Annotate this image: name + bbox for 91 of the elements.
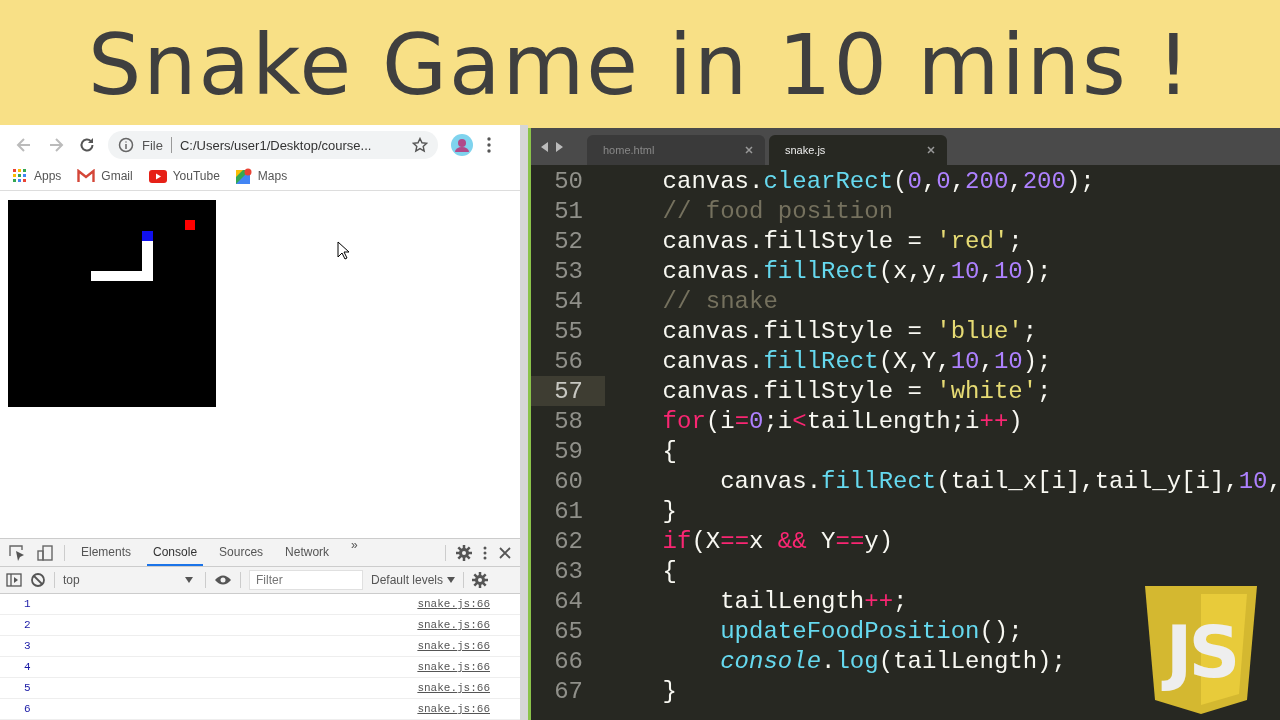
food-square (185, 220, 195, 231)
url-text: C:/Users/user1/Desktop/course... (179, 137, 373, 153)
close-icon[interactable] (745, 146, 753, 154)
line-number: 52 (553, 227, 584, 255)
settings-icon[interactable] (472, 572, 489, 588)
bookmark-link[interactable]: YouTube (148, 169, 220, 184)
envelope-m-icon (77, 169, 96, 184)
sidebar-toggle-icon[interactable] (6, 572, 22, 588)
mouse-pointer-icon (337, 241, 349, 261)
map-pin-icon (235, 168, 252, 185)
code-line: canvas.fillRect(tail_x[i],tail_y[i],10, (719, 467, 1280, 495)
line-number: 58 (553, 407, 584, 435)
line-number: 57 (553, 377, 584, 405)
more-tabs-chevron[interactable]: » (345, 538, 364, 567)
code-line: // food position (661, 197, 894, 225)
line-number: 66 (553, 647, 584, 675)
code-line: console.log(tailLength); (719, 647, 1066, 675)
snake-head (142, 231, 153, 242)
profile-avatar-icon[interactable] (450, 133, 474, 158)
bookmark-link[interactable]: Apps (12, 168, 62, 185)
javascript-logo: JS (1145, 586, 1257, 714)
clear-console-icon[interactable] (30, 572, 46, 588)
code-line: { (661, 437, 677, 465)
source-link[interactable]: snake.js:66 (417, 661, 490, 673)
source-link[interactable]: snake.js:66 (417, 703, 490, 715)
editor-tab[interactable]: snake.js (769, 135, 947, 165)
code-line: for(i=0;i<tailLength;i++) (661, 407, 1023, 435)
console-log-value: 6 (24, 703, 31, 715)
apps-grid-icon (12, 168, 28, 185)
line-number: 61 (553, 497, 584, 525)
address-bar[interactable]: File C:/Users/user1/Desktop/course... (108, 131, 438, 160)
line-number: 60 (553, 467, 584, 495)
more-menu-icon[interactable] (482, 544, 488, 561)
code-line: } (661, 677, 677, 705)
source-link[interactable]: snake.js:66 (417, 640, 490, 652)
code-line: canvas.fillStyle = 'blue'; (661, 317, 1038, 345)
code-line: } (661, 497, 677, 525)
code-line: canvas.fillStyle = 'white'; (661, 377, 1052, 405)
code-line: canvas.fillRect(x,y,10,10); (661, 257, 1052, 285)
code-line: tailLength++; (719, 587, 908, 615)
code-line: updateFoodPosition(); (719, 617, 1023, 645)
devtools-tab[interactable]: Sources (213, 539, 270, 566)
more-menu-icon[interactable] (486, 136, 492, 155)
device-toolbar-icon[interactable] (36, 543, 54, 562)
context-selector[interactable]: top (63, 573, 197, 587)
line-number: 53 (553, 257, 584, 285)
line-number: 55 (553, 317, 584, 345)
devtools-tab[interactable]: Elements (75, 539, 138, 566)
source-link[interactable]: snake.js:66 (417, 682, 490, 694)
dropdown-triangle-icon (185, 577, 193, 583)
line-number: 62 (553, 527, 584, 555)
file-scheme-label: File (142, 137, 163, 153)
code-line: canvas.fillRect(X,Y,10,10); (661, 347, 1052, 375)
console-log-value: 4 (24, 661, 31, 673)
snake-tail (91, 241, 153, 282)
log-levels-dropdown[interactable]: Default levels (371, 573, 456, 587)
eye-icon[interactable] (214, 574, 232, 586)
line-number: 65 (553, 617, 584, 645)
source-link[interactable]: snake.js:66 (417, 619, 490, 631)
filter-field[interactable]: Filter (249, 570, 363, 590)
line-number: 54 (553, 287, 584, 315)
close-icon[interactable] (927, 146, 935, 154)
console-log-value: 5 (24, 682, 31, 694)
code-line: { (661, 557, 677, 585)
line-number: 59 (553, 437, 584, 465)
bookmark-link[interactable]: Gmail (77, 169, 133, 184)
devtools-tab[interactable]: Network (279, 539, 336, 566)
source-link[interactable]: snake.js:66 (417, 598, 490, 610)
console-log-value: 2 (24, 619, 31, 631)
tab-navigation-arrows-icon[interactable] (541, 141, 563, 152)
line-number: 67 (553, 677, 584, 705)
code-line: // snake (661, 287, 778, 315)
inspect-element-icon[interactable] (8, 543, 26, 562)
line-number: 56 (553, 347, 584, 375)
close-icon[interactable] (498, 545, 512, 560)
info-icon (118, 137, 134, 154)
line-number: 64 (553, 587, 584, 615)
code-line: canvas.clearRect(0,0,200,200); (661, 167, 1095, 195)
code-line: canvas.fillStyle = 'red'; (661, 227, 1023, 255)
bookmark-link[interactable]: Maps (235, 168, 288, 185)
console-log-value: 1 (24, 598, 31, 610)
settings-icon[interactable] (456, 544, 472, 561)
line-number: 50 (553, 167, 584, 195)
console-log-value: 3 (24, 640, 31, 652)
line-number: 51 (553, 197, 584, 225)
video-title: Snake Game in 10 mins ! (87, 14, 1193, 114)
play-button-icon (148, 169, 167, 183)
line-number: 63 (553, 557, 584, 585)
code-line: if(X==x && Y==y) (661, 527, 894, 555)
dropdown-triangle-icon (447, 577, 456, 583)
star-icon[interactable] (412, 137, 428, 154)
